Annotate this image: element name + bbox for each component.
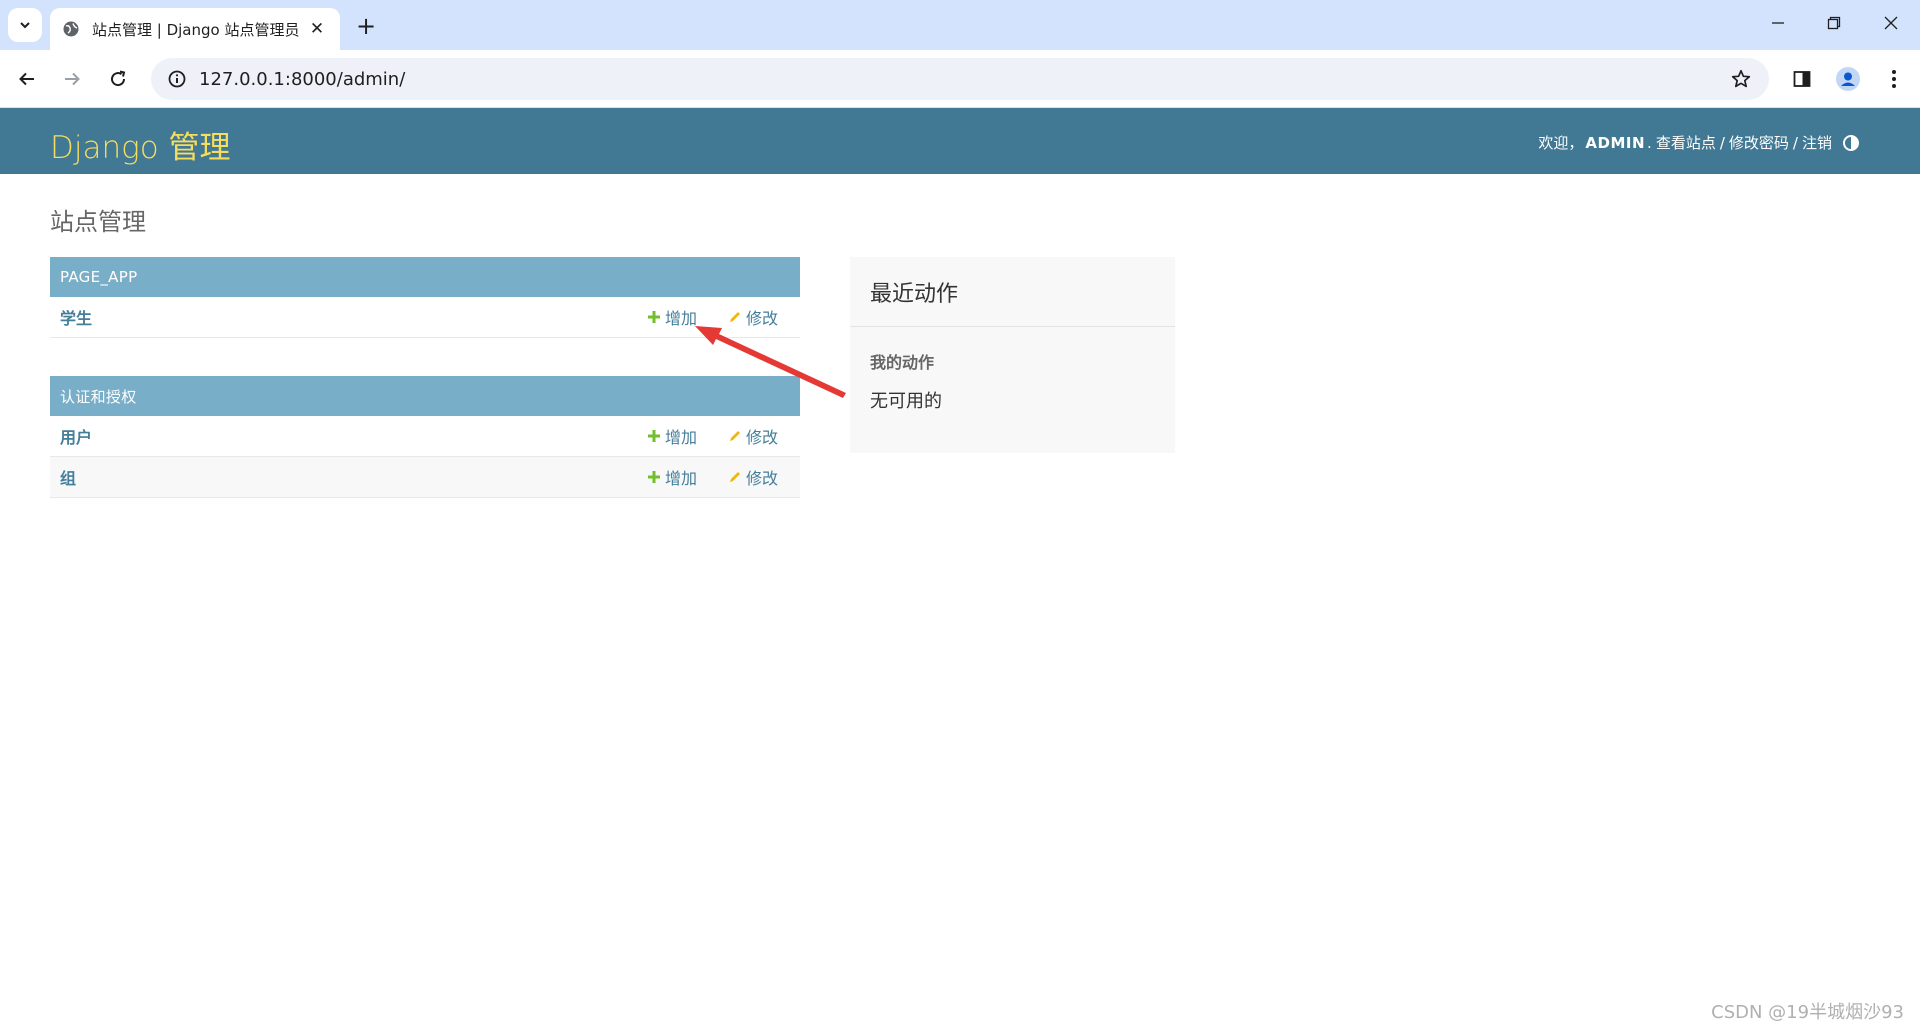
avatar-icon bbox=[1836, 67, 1860, 91]
address-url[interactable]: 127.0.0.1:8000/admin/ bbox=[199, 69, 1721, 90]
address-bar[interactable]: 127.0.0.1:8000/admin/ bbox=[151, 58, 1769, 100]
no-actions-text: 无可用的 bbox=[870, 391, 942, 412]
star-icon bbox=[1731, 69, 1751, 88]
model-row-student: 学生 增加 修改 bbox=[50, 297, 800, 338]
my-actions-heading: 我的动作 bbox=[870, 353, 935, 372]
new-tab-button[interactable]: + bbox=[352, 12, 380, 40]
browser-tab[interactable]: 站点管理 | Django 站点管理员 ✕ bbox=[50, 8, 340, 50]
recent-actions-panel: 最近动作 我的动作 无可用的 bbox=[850, 257, 1175, 453]
add-label: 增加 bbox=[665, 469, 698, 488]
side-panel-icon bbox=[1793, 71, 1811, 87]
reload-button[interactable] bbox=[103, 64, 133, 94]
admin-header: Django 管理 欢迎， ADMIN . 查看站点 / 修改密码 / 注销 bbox=[0, 108, 1920, 174]
plus-icon bbox=[648, 311, 660, 323]
add-group-link[interactable]: 增加 bbox=[647, 465, 697, 489]
chevron-down-icon bbox=[20, 22, 30, 29]
back-button[interactable] bbox=[12, 64, 42, 94]
minimize-button[interactable] bbox=[1758, 8, 1798, 38]
globe-icon bbox=[63, 21, 79, 37]
change-password-link[interactable]: 修改密码 bbox=[1729, 132, 1789, 153]
pencil-icon bbox=[730, 431, 740, 441]
restore-button[interactable] bbox=[1814, 8, 1854, 38]
minimize-icon bbox=[1772, 22, 1784, 24]
info-icon bbox=[168, 70, 186, 88]
welcome-text: 欢迎， bbox=[1538, 134, 1584, 152]
app-caption[interactable]: PAGE_APP bbox=[50, 257, 800, 297]
app-module-auth: 认证和授权 用户 增加 修改 组 增加 修改 bbox=[50, 376, 800, 498]
browser-toolbar: 127.0.0.1:8000/admin/ bbox=[0, 50, 1920, 108]
app-caption[interactable]: 认证和授权 bbox=[50, 376, 800, 416]
add-label: 增加 bbox=[665, 428, 698, 447]
pencil-icon bbox=[730, 472, 740, 482]
change-group-link[interactable]: 修改 bbox=[728, 465, 778, 489]
plus-icon bbox=[648, 471, 660, 483]
pencil-icon bbox=[730, 312, 740, 322]
change-student-link[interactable]: 修改 bbox=[728, 305, 778, 329]
change-user-link[interactable]: 修改 bbox=[728, 424, 778, 448]
model-row-groups: 组 增加 修改 bbox=[50, 457, 800, 498]
tab-close-icon[interactable]: ✕ bbox=[306, 18, 328, 40]
change-label: 修改 bbox=[746, 469, 779, 488]
forward-button[interactable] bbox=[57, 64, 87, 94]
change-label: 修改 bbox=[746, 428, 779, 447]
browser-menu-button[interactable] bbox=[1879, 64, 1909, 94]
model-row-users: 用户 增加 修改 bbox=[50, 416, 800, 457]
side-panel-button[interactable] bbox=[1787, 64, 1817, 94]
profile-button[interactable] bbox=[1833, 64, 1863, 94]
arrow-left-icon bbox=[19, 72, 34, 86]
tab-title: 站点管理 | Django 站点管理员 bbox=[92, 20, 300, 39]
separator: / bbox=[1792, 133, 1798, 152]
close-window-button[interactable] bbox=[1871, 8, 1911, 38]
app-module-page-app: PAGE_APP 学生 增加 修改 bbox=[50, 257, 800, 338]
recent-actions-title: 最近动作 bbox=[850, 257, 1175, 327]
theme-toggle-icon[interactable] bbox=[1842, 134, 1860, 152]
close-icon bbox=[1884, 16, 1898, 30]
site-branding[interactable]: Django 管理 bbox=[50, 122, 231, 167]
page-title: 站点管理 bbox=[50, 208, 146, 236]
separator: / bbox=[1719, 133, 1725, 152]
more-vertical-icon bbox=[1892, 70, 1896, 88]
logout-link[interactable]: 注销 bbox=[1802, 132, 1832, 153]
browser-tab-strip: 站点管理 | Django 站点管理员 ✕ + bbox=[0, 0, 1920, 50]
watermark: CSDN @19半城烟沙93 bbox=[1711, 1002, 1904, 1023]
view-site-link[interactable]: 查看站点 bbox=[1656, 132, 1716, 153]
change-label: 修改 bbox=[746, 309, 779, 328]
plus-icon bbox=[648, 430, 660, 442]
site-info-button[interactable] bbox=[157, 58, 197, 100]
add-user-link[interactable]: 增加 bbox=[647, 424, 697, 448]
add-student-link[interactable]: 增加 bbox=[647, 305, 697, 329]
user-tools: 欢迎， ADMIN . 查看站点 / 修改密码 / 注销 bbox=[1538, 132, 1860, 153]
tab-search-button[interactable] bbox=[8, 8, 42, 42]
add-label: 增加 bbox=[665, 309, 698, 328]
bookmark-button[interactable] bbox=[1721, 58, 1761, 100]
restore-icon bbox=[1827, 16, 1841, 30]
username: ADMIN bbox=[1585, 133, 1646, 152]
user-dot: . bbox=[1647, 133, 1652, 152]
reload-icon bbox=[111, 70, 126, 87]
arrow-right-icon bbox=[65, 72, 80, 86]
